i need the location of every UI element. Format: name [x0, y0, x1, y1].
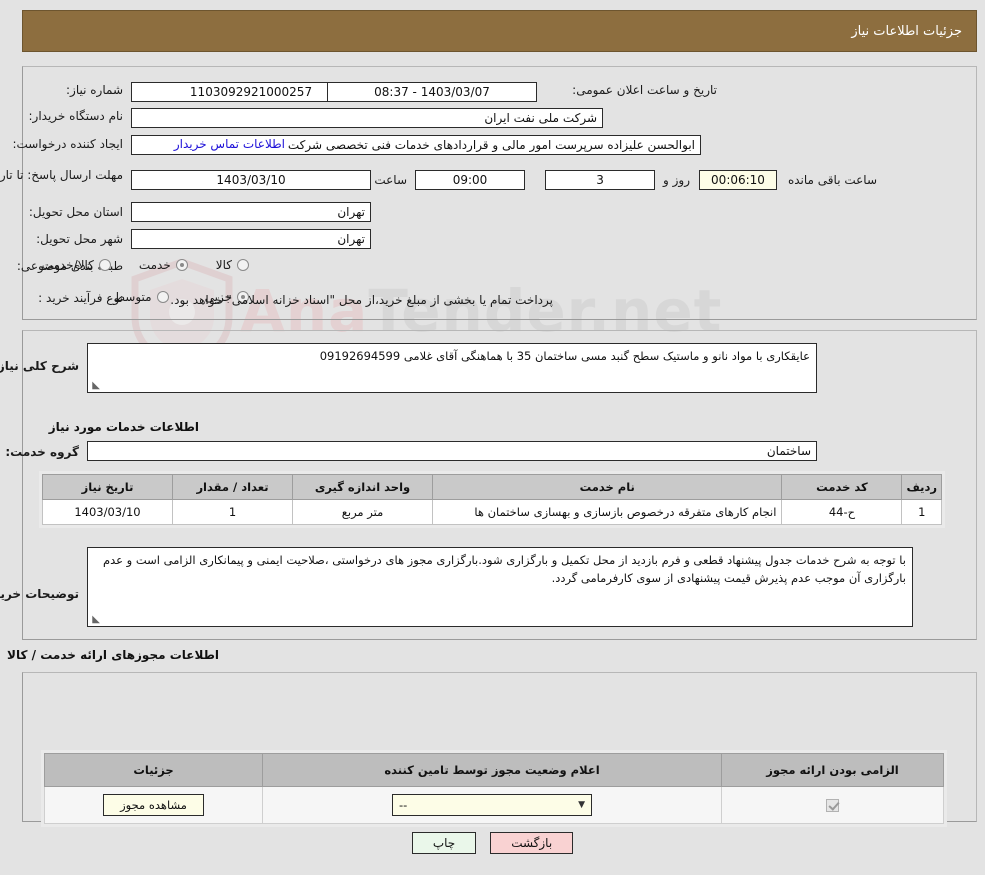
deadline-time-input[interactable]: 09:00: [415, 170, 525, 190]
province-input[interactable]: تهران: [131, 202, 371, 222]
col-permit-required: الزامی بودن ارائه مجوز: [721, 753, 944, 787]
resize-grip-icon[interactable]: ◣: [90, 615, 100, 625]
cell-permit-details: مشاهده مجوز: [44, 786, 263, 824]
col-permit-status: اعلام وضعیت مجوز توسط تامین کننده: [262, 753, 722, 787]
remaining-days-input[interactable]: 3: [545, 170, 655, 190]
field-announce-label: تاریخ و ساعت اعلان عمومی:: [572, 83, 717, 97]
field-city-label: شهر محل تحویل:: [36, 232, 123, 246]
service-table-header-row: ردیف کد خدمت نام خدمت واحد اندازه گیری ت…: [42, 474, 942, 500]
page-title-bar: جزئیات اطلاعات نیاز: [22, 10, 977, 52]
col-qty: تعداد / مقدار: [172, 474, 293, 500]
cell-row: 1: [901, 499, 942, 525]
field-deadline-label: مهلت ارسال پاسخ: تا تاریخ:: [0, 168, 123, 182]
permits-table-header-row: الزامی بودن ارائه مجوز اعلام وضعیت مجوز …: [44, 753, 944, 787]
permit-status-select[interactable]: ▼ --: [392, 794, 592, 816]
cell-qty: 1: [172, 499, 293, 525]
field-buyer-org-label: نام دستگاه خریدار:: [28, 109, 124, 123]
need-summary-textarea[interactable]: عایقکاری با مواد نانو و ماستیک سطح گنبد …: [87, 343, 817, 393]
service-group-input[interactable]: ساختمان: [87, 441, 817, 461]
table-row: 1 ح-44 انجام کارهای متفرقه درخصوص بازساز…: [42, 499, 942, 525]
buyer-org-input[interactable]: شرکت ملی نفت ایران: [131, 108, 603, 128]
col-unit: واحد اندازه گیری: [292, 474, 433, 500]
col-permit-details: جزئیات: [44, 753, 263, 787]
radio-icon[interactable]: [156, 291, 169, 303]
table-row: ▼ -- مشاهده مجوز: [44, 786, 944, 824]
city-input[interactable]: تهران: [131, 229, 371, 249]
cell-date: 1403/03/10: [42, 499, 173, 525]
need-summary-label: شرح کلی نیاز:: [0, 359, 79, 373]
radio-icon[interactable]: [175, 259, 188, 271]
need-info-panel: [22, 66, 977, 320]
col-name: نام خدمت: [431, 474, 783, 500]
cell-code: ح-44: [781, 499, 903, 525]
service-table: ردیف کد خدمت نام خدمت واحد اندازه گیری ت…: [42, 474, 942, 525]
page-title: جزئیات اطلاعات نیاز: [851, 23, 962, 39]
payment-note: پرداخت تمام یا بخشی از مبلغ خرید،از محل …: [170, 293, 553, 307]
page-root: AnaTender.net جزئیات اطلاعات نیاز شماره …: [0, 0, 985, 875]
back-button[interactable]: بازگشت: [490, 832, 574, 854]
services-section-title: اطلاعات خدمات مورد نیاز: [48, 420, 199, 434]
remaining-time-input[interactable]: 00:06:10: [699, 170, 777, 190]
cell-permit-status: ▼ --: [262, 786, 722, 824]
footer-actions: بازگشت چاپ: [0, 832, 985, 854]
remaining-time-label: ساعت باقی مانده: [787, 173, 877, 187]
permits-table: الزامی بودن ارائه مجوز اعلام وضعیت مجوز …: [44, 753, 944, 824]
field-requester-label: ایجاد کننده درخواست:: [12, 137, 123, 151]
resize-grip-icon[interactable]: ◣: [90, 381, 100, 391]
classification-option-1[interactable]: خدمت: [139, 258, 188, 272]
permit-status-value: --: [399, 798, 408, 812]
cell-name: انجام کارهای متفرقه درخصوص بازسازی و بهس…: [431, 499, 783, 525]
classification-radio-group: کالا خدمت کالا/خدمت: [42, 258, 249, 272]
chevron-down-icon: ▼: [578, 800, 585, 810]
radio-icon[interactable]: [98, 259, 111, 271]
field-purchase-type-label: نوع فرآیند خرید :: [38, 291, 123, 305]
remaining-days-label: روز و: [663, 173, 690, 187]
permits-section-title: اطلاعات مجوزهای ارائه خدمت / کالا: [7, 648, 219, 662]
purchase-type-option-1[interactable]: متوسط: [114, 290, 169, 304]
view-permit-button[interactable]: مشاهده مجوز: [103, 794, 204, 816]
deadline-date-input[interactable]: 1403/03/10: [131, 170, 371, 190]
buyer-contact-link[interactable]: اطلاعات تماس خریدار: [174, 137, 285, 151]
col-code: کد خدمت: [781, 474, 903, 500]
field-province-label: استان محل تحویل:: [28, 205, 123, 219]
radio-icon[interactable]: [237, 259, 249, 271]
announce-datetime-input[interactable]: 1403/03/07 - 08:37: [327, 82, 537, 102]
cell-unit: متر مربع: [292, 499, 433, 525]
buyer-contact-link-wrap: اطلاعات تماس خریدار: [174, 137, 285, 151]
col-row: ردیف: [901, 474, 942, 500]
buyer-notes-label: توضیحات خریدار:: [0, 587, 79, 601]
buyer-notes-textarea[interactable]: با توجه به شرح خدمات جدول پیشنهاد قطعی و…: [87, 547, 913, 627]
classification-option-0[interactable]: کالا: [216, 258, 249, 272]
service-group-label: گروه خدمت:: [5, 445, 79, 459]
classification-option-2[interactable]: کالا/خدمت: [42, 258, 111, 272]
col-date: تاریخ نیاز: [42, 474, 173, 500]
print-button[interactable]: چاپ: [411, 832, 477, 854]
field-need-number-label: شماره نیاز:: [66, 83, 123, 97]
deadline-time-label: ساعت: [374, 173, 407, 187]
cell-permit-required: [721, 786, 944, 824]
checkbox-icon: [826, 799, 839, 812]
